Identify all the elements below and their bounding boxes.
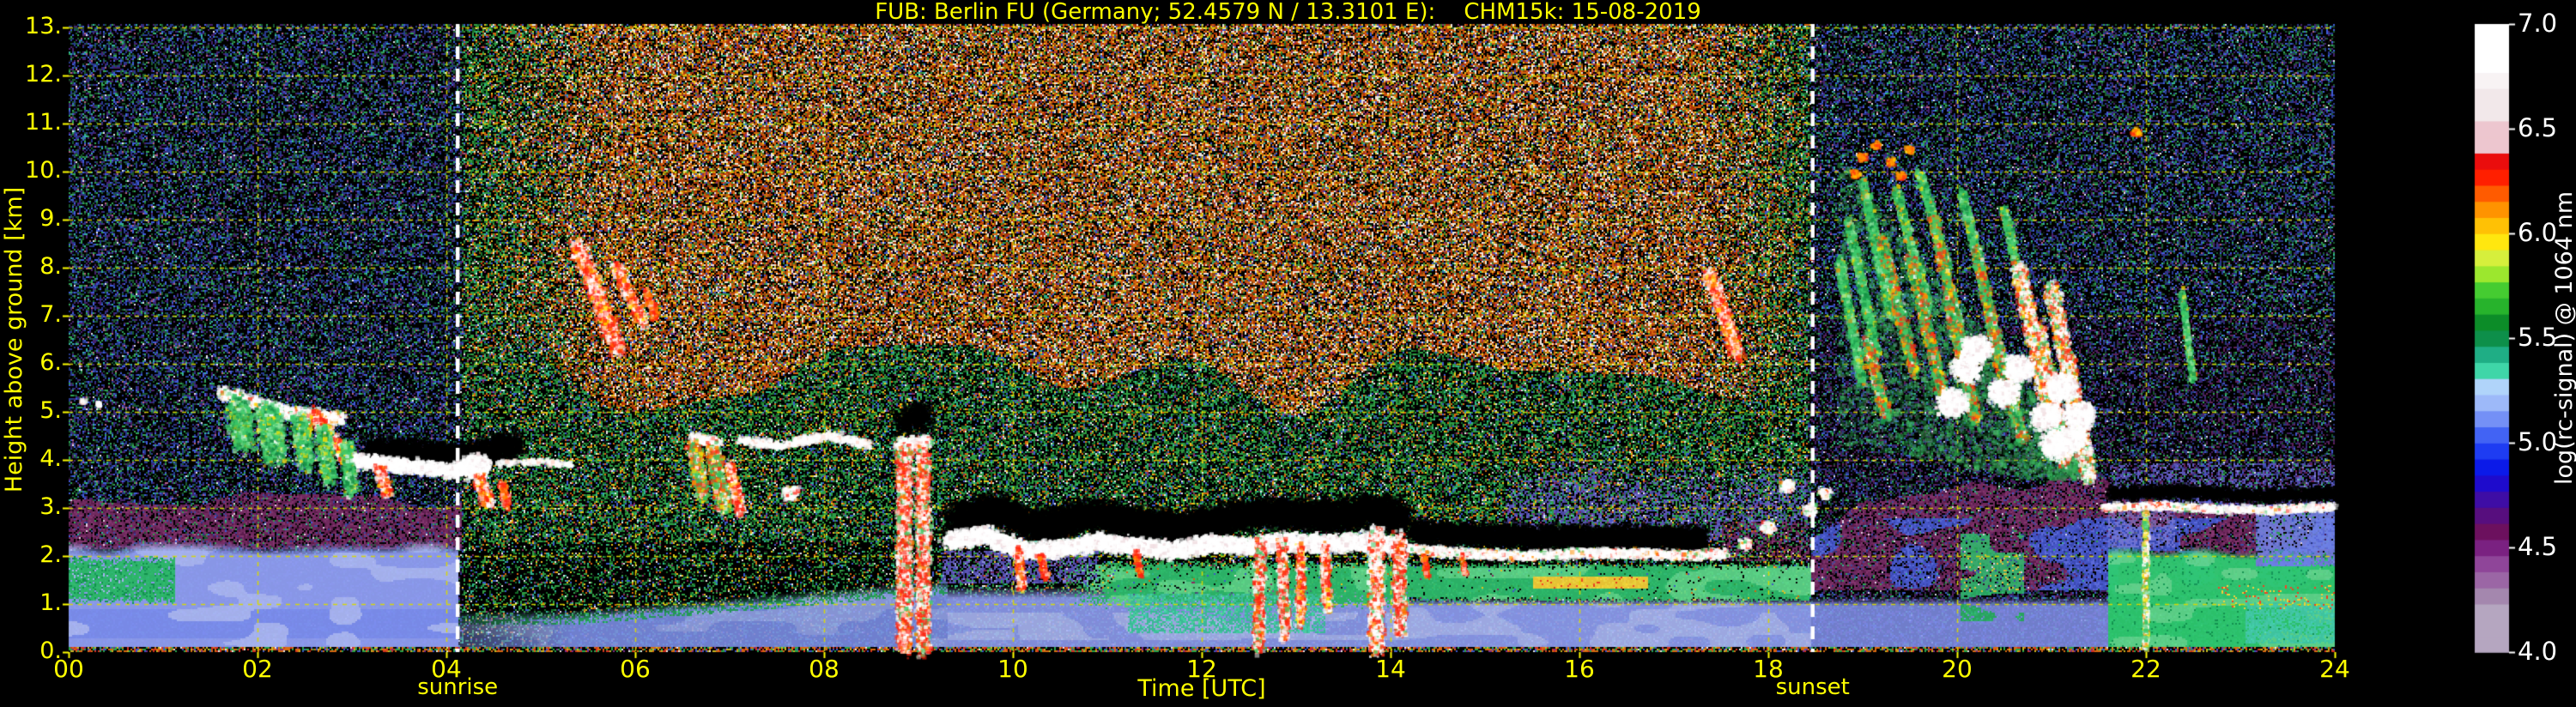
y-tick-label: 1.	[39, 589, 62, 616]
x-tick-label: 12	[1186, 655, 1217, 683]
x-tick-label: 22	[2131, 655, 2161, 683]
plot-title: FUB: Berlin FU (Germany; 52.4579 N / 13.…	[875, 0, 1701, 25]
y-tick-label: 11.	[25, 109, 62, 136]
heatmap-canvas	[0, 0, 2576, 707]
y-tick-label: 2.	[39, 541, 62, 568]
y-tick-label: 5.	[39, 397, 62, 424]
colorbar-tick-label: 5.5	[2518, 323, 2558, 352]
colorbar-tick-label: 4.5	[2518, 532, 2558, 561]
y-tick-label: 6.	[39, 349, 62, 376]
y-tick-label: 12.	[25, 61, 62, 88]
colorbar-tick-label: 5.0	[2518, 427, 2558, 456]
x-tick-label: 10	[997, 655, 1028, 683]
x-tick-label: 14	[1375, 655, 1406, 683]
x-tick-label: 20	[1942, 655, 1973, 683]
x-tick-label: 16	[1564, 655, 1595, 683]
x-tick-label: 06	[620, 655, 651, 683]
colorbar-tick-label: 6.5	[2518, 113, 2558, 142]
y-tick-label: 3.	[39, 493, 62, 520]
x-tick-label: 02	[242, 655, 273, 683]
y-tick-label: 9.	[39, 205, 62, 232]
y-tick-label: 13.	[25, 13, 62, 39]
y-tick-label: 7.	[39, 301, 62, 328]
x-tick-label: 08	[809, 655, 839, 683]
x-tick-label: 18	[1753, 655, 1784, 683]
ceilometer-quicklook-figure: FUB: Berlin FU (Germany; 52.4579 N / 13.…	[0, 0, 2576, 707]
y-tick-label: 8.	[39, 253, 62, 280]
y-tick-label: 4.	[39, 445, 62, 472]
colorbar-tick-label: 4.0	[2518, 637, 2558, 666]
y-tick-label: 10.	[25, 157, 62, 184]
x-tick-label: 00	[53, 655, 84, 683]
x-tick-label: 24	[2319, 655, 2350, 683]
colorbar-tick-label: 6.0	[2518, 218, 2558, 247]
x-tick-label: 04	[431, 655, 462, 683]
colorbar-tick-label: 7.0	[2518, 9, 2558, 38]
